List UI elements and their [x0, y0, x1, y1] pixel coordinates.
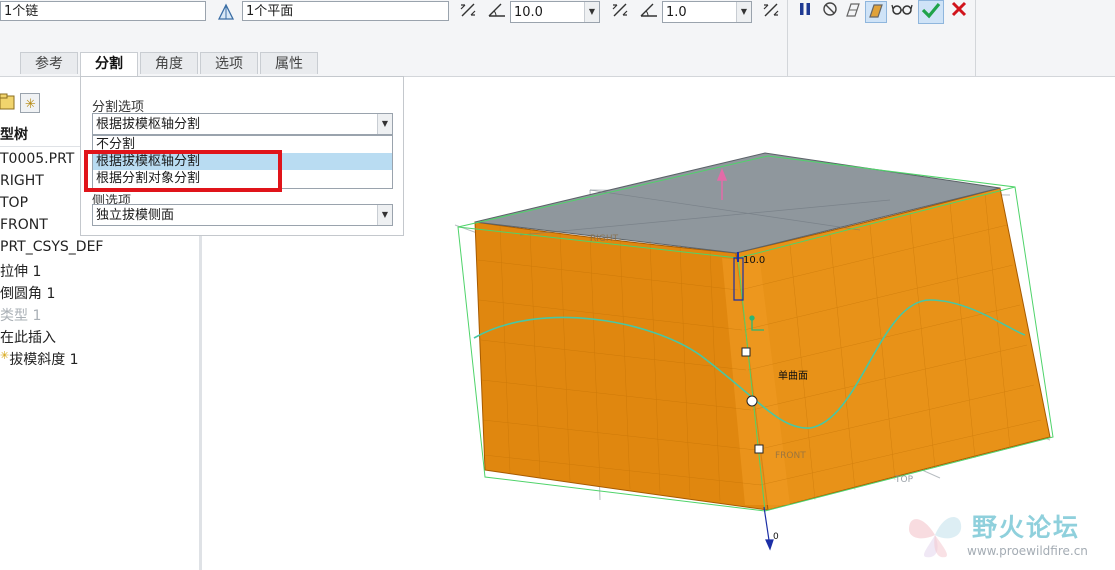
tree-item-type[interactable]: 类型 1	[0, 305, 41, 325]
dynamic-preview-icon[interactable]	[865, 1, 887, 23]
tree-item-insert-here[interactable]: 在此插入	[0, 327, 56, 347]
settings-star-icon[interactable]: ✳	[20, 93, 40, 113]
tab-split[interactable]: 分割	[80, 52, 138, 76]
tree-item-part[interactable]: T0005.PRT	[0, 151, 74, 167]
tree-item-draft[interactable]: ✳拔模斜度 1	[0, 349, 79, 369]
forum-watermark: 野火论坛 www.proewildfire.cn	[905, 505, 1110, 567]
tab-angle[interactable]: 角度	[140, 52, 198, 74]
flip-angle1-icon[interactable]	[609, 1, 631, 23]
dashboard-divider	[975, 0, 976, 76]
flip-angle2-icon[interactable]	[760, 1, 782, 23]
new-feature-star-icon: ✳	[0, 349, 10, 362]
angle-icon	[486, 1, 508, 23]
annotation-red-box	[84, 150, 282, 192]
angle1-combo[interactable]: 10.0 ▼	[510, 1, 600, 23]
ok-check-icon[interactable]	[918, 0, 944, 24]
static-preview-icon[interactable]	[842, 1, 864, 23]
chevron-down-icon[interactable]: ▼	[584, 2, 599, 22]
cancel-x-icon[interactable]	[948, 1, 970, 23]
datum-front-label: FRONT	[775, 451, 806, 461]
draft-hinge-collector[interactable]: 1个平面	[242, 1, 449, 21]
no-preview-icon[interactable]	[819, 1, 841, 23]
drag-handle-square[interactable]	[741, 347, 751, 357]
flip-direction-icon[interactable]	[457, 1, 479, 23]
pivot-chain-collector[interactable]: 1个链	[0, 1, 206, 21]
folder-icon[interactable]	[0, 93, 18, 111]
tree-item-right[interactable]: RIGHT	[0, 173, 44, 189]
drag-handle-circle[interactable]	[746, 395, 758, 407]
tree-item-front[interactable]: FRONT	[0, 217, 48, 233]
dashboard-divider	[787, 0, 788, 76]
bottom-dimension-text: 0	[773, 532, 779, 542]
side-options-combo[interactable]: 独立拔模侧面 ▼	[92, 204, 393, 226]
tree-item-draft-label: 拔模斜度 1	[9, 352, 79, 368]
verify-glasses-icon[interactable]	[891, 1, 913, 23]
angle1-value: 10.0	[514, 5, 543, 20]
tab-options[interactable]: 选项	[200, 52, 258, 74]
drag-handle-square[interactable]	[754, 444, 764, 454]
tree-item-top[interactable]: TOP	[0, 195, 28, 211]
draft-hinge-icon	[216, 3, 236, 21]
watermark-url: www.proewildfire.cn	[967, 544, 1088, 558]
angle2-icon	[638, 1, 660, 23]
tab-properties[interactable]: 属性	[260, 52, 318, 74]
datum-top-label: TOP	[894, 475, 914, 485]
pause-icon[interactable]	[794, 1, 816, 23]
svg-text:✳: ✳	[25, 97, 36, 112]
watermark-title: 野火论坛	[972, 513, 1081, 542]
chevron-down-icon[interactable]: ▼	[736, 2, 751, 22]
draft-dashboard: 1个链 1个平面 10.0 ▼ 1.0 ▼ 参考 分割 角度 选项 属性	[0, 0, 1115, 77]
tab-references[interactable]: 参考	[20, 52, 78, 74]
angle2-combo[interactable]: 1.0 ▼	[662, 1, 752, 23]
tree-item-round[interactable]: 倒圆角 1	[0, 283, 55, 303]
butterfly-logo-icon	[909, 516, 962, 558]
chevron-down-icon[interactable]: ▼	[377, 114, 392, 134]
single-surface-label: 单曲面	[778, 370, 808, 382]
chevron-down-icon[interactable]: ▼	[377, 205, 392, 225]
split-options-selected: 根据拔模枢轴分割	[96, 117, 201, 132]
side-options-selected: 独立拔模侧面	[96, 208, 175, 223]
angle2-value: 1.0	[666, 5, 687, 20]
tree-item-csys[interactable]: PRT_CSYS_DEF	[0, 239, 103, 255]
model-tree-header: 型树	[0, 127, 28, 143]
datum-right-label: RIGHT	[590, 234, 619, 244]
tree-item-extrude[interactable]: 拉伸 1	[0, 261, 41, 281]
split-options-combo[interactable]: 根据拔模枢轴分割 ▼	[92, 113, 393, 135]
angle-dimension-text: 10.0	[743, 255, 765, 266]
